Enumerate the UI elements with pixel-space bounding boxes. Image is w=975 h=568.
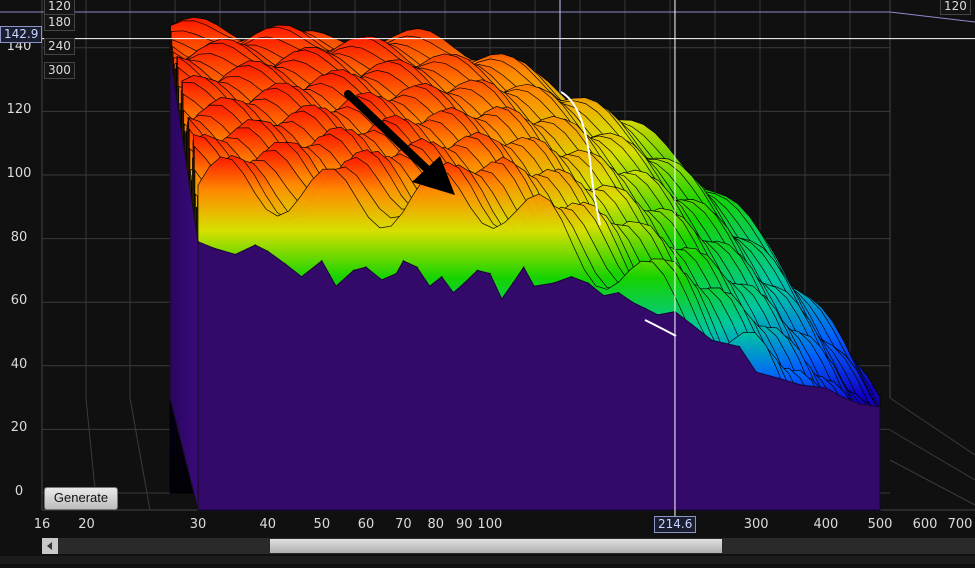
front-slice-point bbox=[284, 263, 287, 265]
x-tick-label: 50 bbox=[313, 517, 331, 532]
x-tick-label: 100 bbox=[477, 517, 503, 532]
front-slice-point bbox=[842, 396, 845, 399]
floor-line bbox=[889, 397, 975, 456]
front-slice-point bbox=[300, 276, 303, 278]
front-slice-point bbox=[463, 282, 466, 284]
front-slice-point bbox=[212, 247, 215, 249]
front-slice-point bbox=[266, 250, 269, 253]
front-slice-point bbox=[197, 241, 199, 243]
front-slice-point bbox=[799, 384, 802, 386]
front-slice-point bbox=[691, 323, 693, 326]
front-slice-point bbox=[603, 295, 605, 297]
x-tick-label: 30 bbox=[189, 517, 207, 532]
front-slice-point bbox=[489, 272, 491, 275]
status-strip bbox=[0, 556, 975, 564]
x-tick-label: 300 bbox=[743, 517, 769, 532]
front-slice-point bbox=[533, 285, 535, 288]
z-tick-label: 300 bbox=[44, 62, 75, 79]
front-slice-point bbox=[234, 253, 237, 256]
front-slice-point bbox=[552, 282, 555, 284]
x-tick-label: 20 bbox=[78, 517, 95, 532]
x-tick-label: 700 bbox=[947, 517, 973, 532]
y-tick-label: 60 bbox=[10, 293, 28, 309]
cursor-x-readout: 214.6 bbox=[654, 516, 697, 533]
front-slice-point bbox=[476, 269, 479, 272]
z-tick-label: 120 bbox=[44, 0, 75, 15]
z-tick-label-right: 120 bbox=[940, 0, 971, 15]
front-slice-point bbox=[631, 301, 634, 304]
scroll-left-arrow-icon[interactable] bbox=[42, 538, 58, 554]
front-slice-point bbox=[512, 282, 514, 284]
front-slice-point bbox=[335, 285, 337, 288]
front-slice-point bbox=[778, 377, 781, 380]
front-slice-point bbox=[416, 266, 418, 269]
front-slice-point bbox=[452, 291, 455, 294]
waterfall-plot: 0 20 40 60 80 100 120 140 16 20 30 40 50 60 70 80 90 100… bbox=[0, 0, 975, 564]
y-tick-label: 80 bbox=[10, 229, 28, 245]
front-slice-point bbox=[617, 291, 620, 294]
front-slice-point bbox=[500, 298, 503, 300]
x-tick-label: 60 bbox=[357, 517, 375, 532]
front-slice-point bbox=[352, 269, 355, 272]
y-tick-label: 0 bbox=[14, 484, 24, 499]
front-slice-point bbox=[428, 285, 431, 288]
plot-svg bbox=[0, 0, 975, 516]
y-tick-label: 20 bbox=[10, 420, 28, 436]
y-tick-label: 100 bbox=[6, 166, 32, 181]
x-tick-label: 500 bbox=[867, 517, 893, 532]
front-slice-point bbox=[254, 244, 257, 246]
horizontal-scrollbar[interactable] bbox=[42, 538, 975, 554]
front-slice-point bbox=[395, 272, 398, 275]
front-slice-point bbox=[755, 371, 757, 374]
x-tick-label: 400 bbox=[813, 517, 839, 532]
scroll-thumb[interactable] bbox=[270, 539, 722, 553]
front-slice-point bbox=[879, 406, 881, 408]
front-slice-point bbox=[644, 307, 647, 310]
z-tick-label: 180 bbox=[44, 14, 75, 31]
generate-button[interactable]: Generate bbox=[44, 487, 118, 510]
x-tick-label: 40 bbox=[259, 517, 277, 532]
x-tick-label: 90 bbox=[456, 517, 473, 532]
front-slice-point bbox=[859, 403, 861, 405]
front-slice-point bbox=[402, 260, 405, 262]
x-tick-label: 600 bbox=[912, 517, 938, 532]
front-slice-point bbox=[657, 314, 659, 316]
cursor-y-readout: 142.9 bbox=[0, 26, 43, 43]
front-slice-point bbox=[570, 276, 573, 278]
front-slice-point bbox=[380, 279, 383, 281]
x-tick-label: 80 bbox=[427, 517, 445, 532]
x-tick-label: 16 bbox=[33, 517, 51, 532]
floor-line bbox=[889, 429, 975, 481]
z-tick-label: 240 bbox=[44, 38, 75, 55]
front-slice-point bbox=[587, 282, 589, 284]
front-slice-point bbox=[440, 276, 443, 278]
front-slice-point bbox=[321, 260, 323, 262]
front-slice-point bbox=[825, 387, 827, 389]
x-tick-label: 70 bbox=[395, 517, 412, 532]
front-slice-point bbox=[522, 266, 525, 269]
front-slice-point bbox=[365, 266, 367, 269]
y-tick-label: 40 bbox=[10, 356, 28, 372]
floor-line bbox=[889, 459, 975, 506]
y-tick-label: 120 bbox=[6, 102, 32, 118]
front-slice-point bbox=[711, 339, 713, 342]
front-slice-point bbox=[738, 345, 741, 348]
